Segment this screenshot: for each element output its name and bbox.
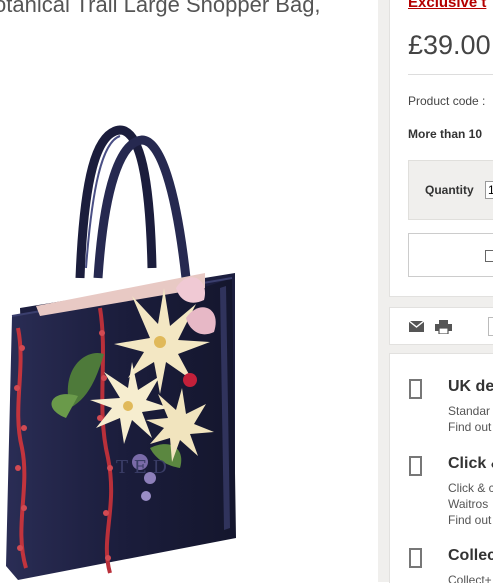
delivery-option-title: Click & [448, 455, 493, 472]
price-divider [408, 74, 493, 75]
delivery-option-title: UK de [448, 378, 493, 395]
collect-plus-icon [409, 548, 422, 568]
purchase-panel: Exclusive t £39.00 Product code : More t… [389, 0, 493, 297]
share-bar [389, 307, 493, 345]
product-title: otanical Trail Large Shopper Bag, [0, 0, 321, 17]
quantity-label: Quantity [425, 183, 474, 197]
quantity-input[interactable] [485, 181, 493, 199]
exclusive-link[interactable]: Exclusive t [408, 0, 486, 11]
product-image[interactable]: T E D [0, 118, 240, 582]
delivery-option-link[interactable]: Find out [448, 513, 491, 527]
product-code-label: Product code : [408, 94, 486, 108]
mail-icon[interactable] [409, 321, 424, 332]
delivery-option-text: Waitros [448, 497, 489, 511]
product-gallery: otanical Trail Large Shopper Bag, T E D [0, 0, 378, 582]
quantity-box: Quantity [408, 160, 493, 220]
delivery-option-link[interactable]: Find out [448, 420, 491, 434]
product-price: £39.00 [408, 30, 491, 60]
delivery-option-text: Standar [448, 404, 491, 418]
click-collect-icon [409, 456, 422, 476]
stock-status: More than 10 [408, 127, 483, 141]
delivery-options: UK de Standar Find out Click & Click & c… [389, 353, 493, 583]
delivery-option-text: Click & c [448, 481, 493, 495]
add-to-basket-button[interactable] [408, 233, 493, 277]
print-icon[interactable] [435, 320, 452, 334]
svg-text:T E D: T E D [116, 457, 167, 478]
share-icon[interactable] [488, 317, 493, 336]
delivery-option-title: Collec [448, 547, 493, 564]
button-icon [485, 250, 493, 262]
delivery-icon [409, 379, 422, 399]
